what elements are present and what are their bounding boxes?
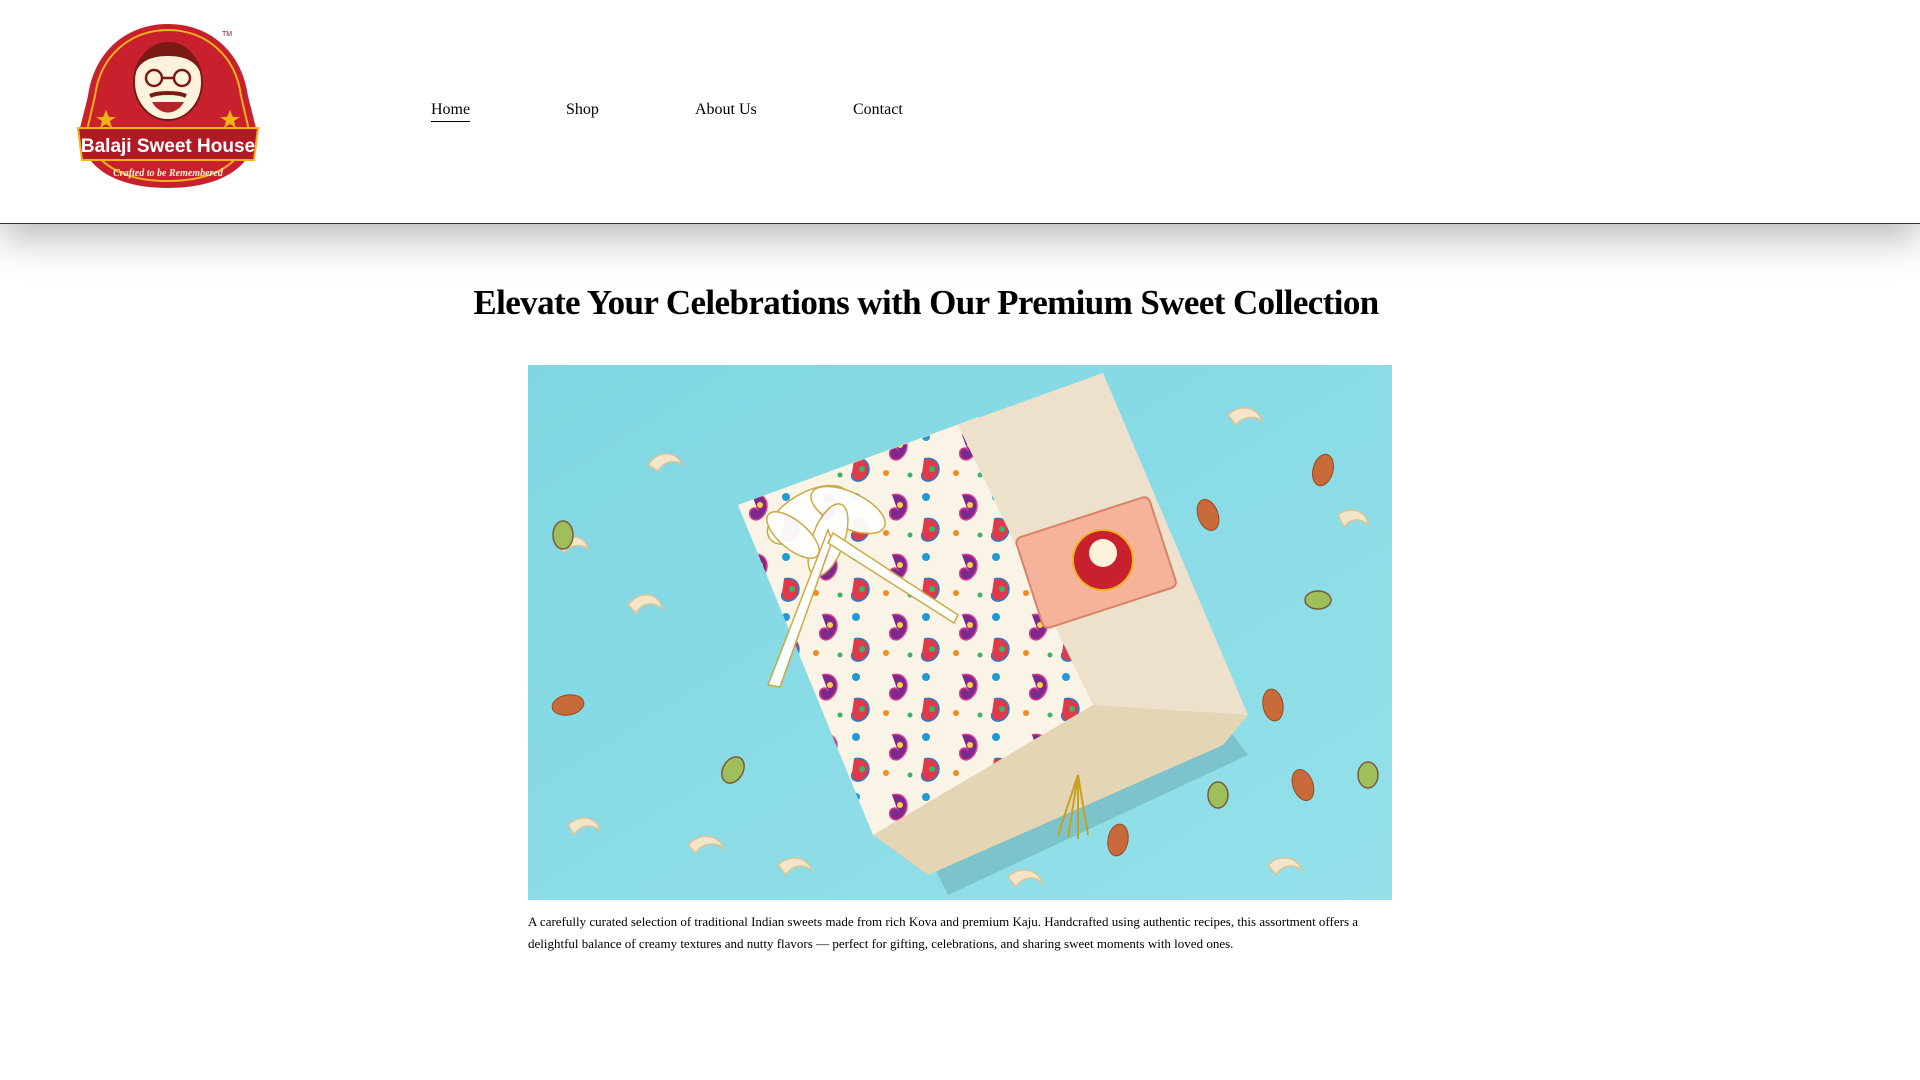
nav-link-home[interactable]: Home — [431, 101, 471, 122]
nav-link-shop[interactable]: Shop — [566, 101, 599, 119]
brand-logo-name: Balaji Sweet House — [81, 136, 255, 157]
nav-link-about-us[interactable]: About Us — [695, 101, 757, 119]
product-image — [528, 365, 1392, 900]
nav-link-contact[interactable]: Contact — [853, 101, 903, 119]
brand-logo[interactable]: Balaji Sweet House TM Crafted to be Reme… — [70, 20, 266, 190]
product-description: A carefully curated selection of traditi… — [528, 914, 1359, 951]
page-title: Elevate Your Celebrations with Our Premi… — [473, 283, 1379, 322]
brand-logo-trademark: TM — [222, 31, 232, 38]
brand-logo-tagline: Crafted to be Remembered — [113, 168, 224, 179]
gift-box-illustration — [528, 365, 1392, 900]
brand-logo-emblem: Balaji Sweet House TM Crafted to be Reme… — [76, 24, 260, 188]
site-header: Balaji Sweet House TM Crafted to be Reme… — [0, 0, 1920, 224]
